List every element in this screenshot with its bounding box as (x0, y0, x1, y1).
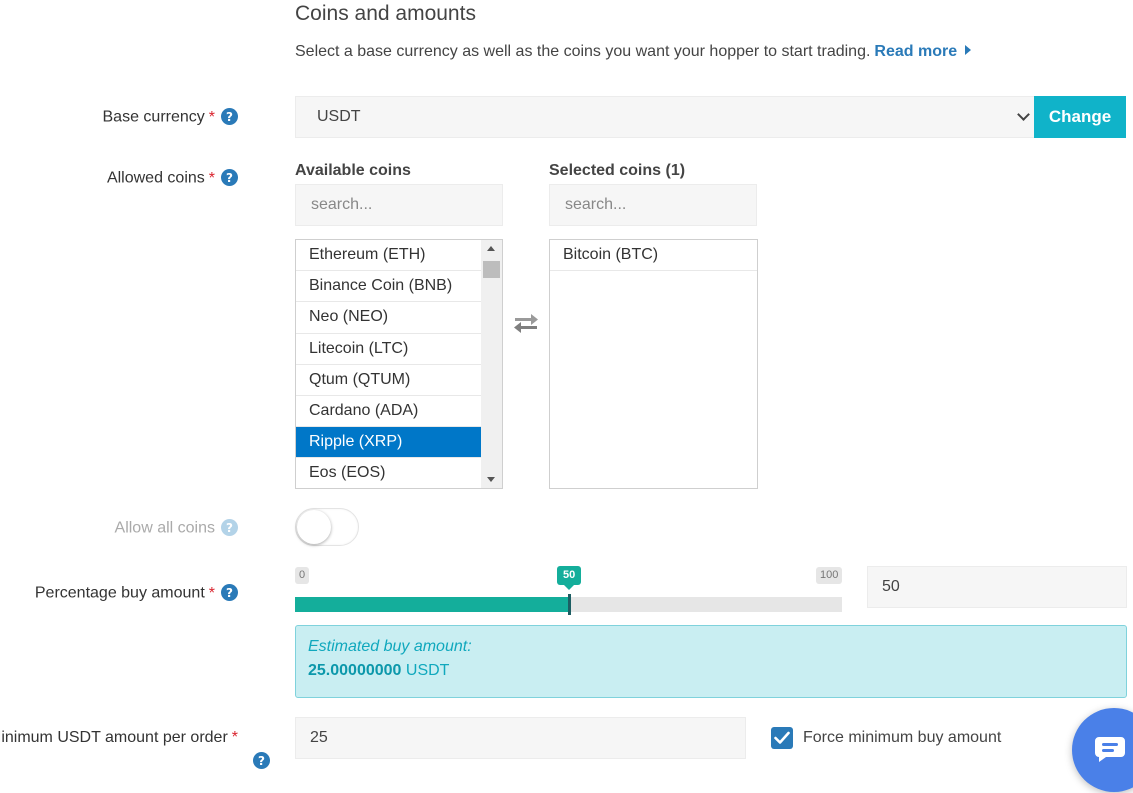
available-coins-heading: Available coins (295, 162, 411, 179)
caret-right-icon (965, 45, 972, 55)
force-minimum-label[interactable]: Force minimum buy amount (803, 729, 1001, 747)
section-description-text: Select a base currency as well as the co… (295, 43, 871, 60)
percentage-buy-input-value: 50 (882, 578, 900, 595)
estimated-buy-amount-line: 25.00000000 USDT (308, 662, 1114, 680)
minimum-amount-label: Minimum USDT amount per order (0, 729, 228, 746)
available-coins-rows: Ethereum (ETH) Binance Coin (BNB) Neo (NEO… (296, 240, 482, 488)
help-icon[interactable]: ? (221, 108, 238, 125)
list-item[interactable]: Ethereum (ETH) (296, 240, 482, 272)
base-currency-label: Base currency (102, 108, 205, 126)
slider-min-label: 0 (295, 567, 310, 584)
force-minimum-checkbox[interactable] (771, 727, 793, 749)
read-more-link[interactable]: Read more (874, 43, 957, 60)
list-item[interactable]: Cardano (ADA) (296, 396, 482, 428)
slider-handle[interactable] (568, 594, 571, 615)
base-currency-value: USDT (317, 108, 361, 125)
percentage-buy-input[interactable]: 50 (867, 566, 1127, 608)
allow-all-coins-label: Allow all coins (114, 519, 215, 537)
allowed-coins-label-group: Allowed coins *? (107, 169, 238, 188)
scroll-up-icon[interactable] (487, 246, 495, 251)
required-mark: * (208, 108, 215, 126)
list-item[interactable]: Qtum (QTUM) (296, 365, 482, 396)
estimated-buy-amount-unit: USDT (405, 662, 450, 679)
allowed-coins-label: Allowed coins (106, 169, 205, 187)
list-item[interactable]: Eos (EOS) (296, 458, 482, 488)
minimum-amount-input-value: 25 (310, 729, 328, 746)
minimum-amount-input[interactable]: 25 (295, 717, 746, 759)
section-description: Select a base currency as well as the co… (295, 43, 972, 61)
help-icon[interactable]: ? (253, 752, 270, 769)
help-icon[interactable]: ? (221, 584, 238, 601)
list-item[interactable]: Ripple (XRP) (296, 427, 482, 459)
estimated-buy-amount-label: Estimated buy amount: (308, 638, 472, 655)
estimated-buy-amount-value: 25.00000000 (308, 662, 402, 679)
chat-icon (1095, 737, 1125, 762)
required-mark: * (231, 729, 238, 746)
scroll-down-icon[interactable] (487, 477, 495, 482)
selected-coins-heading: Selected coins (1) (549, 162, 686, 179)
allow-all-coins-label-group: Allow all coins? (115, 519, 238, 538)
help-icon[interactable]: ? (221, 169, 238, 186)
list-item[interactable]: Bitcoin (BTC) (550, 240, 757, 272)
percentage-buy-slider[interactable] (295, 594, 842, 615)
swap-arrows-icon[interactable] (511, 312, 541, 334)
percentage-buy-label-group: Percentage buy amount *? (35, 584, 238, 603)
help-icon[interactable]: ? (221, 519, 238, 536)
available-coins-scrollbar[interactable] (481, 240, 502, 488)
minimum-amount-label-group: Minimum USDT amount per order * (0, 729, 238, 747)
list-item[interactable]: Binance Coin (BNB) (296, 271, 482, 303)
change-button[interactable]: Change (1034, 96, 1126, 138)
estimated-buy-amount-box: Estimated buy amount: 25.00000000 USDT (295, 625, 1127, 698)
percentage-buy-label: Percentage buy amount (34, 584, 205, 602)
available-coins-list[interactable]: Ethereum (ETH) Binance Coin (BNB) Neo (NEO… (295, 239, 503, 489)
toggle-knob (297, 510, 331, 544)
checkmark-icon (774, 731, 790, 744)
slider-fill (295, 597, 569, 612)
required-mark: * (208, 584, 215, 602)
available-coins-search-input[interactable] (295, 184, 503, 226)
selected-coins-rows: Bitcoin (BTC) (550, 240, 757, 272)
scroll-thumb[interactable] (483, 261, 500, 278)
base-currency-select[interactable]: USDT (295, 96, 1034, 138)
list-item[interactable]: Litecoin (LTC) (296, 334, 482, 365)
selected-coins-search-input[interactable] (549, 184, 757, 226)
selected-coins-list[interactable]: Bitcoin (BTC) (549, 239, 758, 489)
chat-button[interactable] (1072, 708, 1133, 792)
chevron-down-icon (1017, 108, 1030, 121)
slider-max-label: 100 (816, 567, 843, 584)
slider-value-bubble: 50 (557, 566, 582, 590)
base-currency-label-group: Base currency *? (102, 108, 238, 127)
required-mark: * (208, 169, 215, 187)
list-item[interactable]: Neo (NEO) (296, 302, 482, 334)
section-title: Coins and amounts (295, 2, 476, 25)
allow-all-coins-toggle[interactable] (295, 508, 359, 546)
